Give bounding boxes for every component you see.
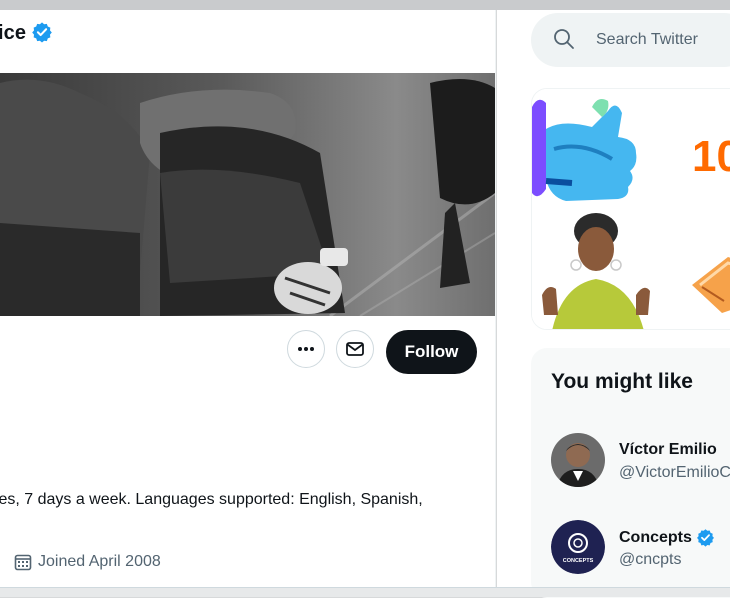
banner-image [0, 73, 495, 316]
profile-banner [0, 73, 495, 316]
more-dots-icon [298, 347, 314, 351]
suggested-user[interactable]: CONCEPTS Concepts @cncpts [551, 520, 730, 580]
more-options-button[interactable] [287, 330, 325, 368]
verified-badge-icon [32, 22, 52, 43]
media-grid-images: 10, [532, 89, 730, 329]
suggested-user-name[interactable]: Víctor Emilio [619, 441, 717, 459]
avatar[interactable]: CONCEPTS [551, 520, 605, 574]
browser-top-strip [0, 0, 730, 10]
who-to-follow-title: You might like [551, 370, 693, 393]
suggested-user[interactable]: Víctor Emilio @VictorEmilioC [551, 433, 730, 493]
media-overlay-text: 10, [692, 132, 730, 181]
profile-header: ice [0, 10, 495, 73]
message-button[interactable] [336, 330, 374, 368]
who-to-follow-panel: You might like Víctor Emilio @VictorEmil… [531, 348, 730, 598]
user-display-name[interactable]: Concepts [619, 529, 692, 547]
suggested-user-name[interactable]: Concepts [619, 528, 715, 547]
envelope-icon [346, 342, 364, 356]
verified-badge-icon [696, 529, 714, 547]
avatar-text: CONCEPTS [563, 558, 594, 564]
avatar-photo [551, 433, 605, 487]
calendar-icon [14, 554, 32, 571]
joined-date: Joined April 2008 [14, 553, 161, 571]
search-icon [554, 29, 574, 49]
profile-column: ice Follow tes, 7 days a week. Languages… [0, 10, 496, 587]
user-handle: @VictorEmilioC [619, 464, 730, 481]
concepts-logo-icon: CONCEPTS [551, 520, 605, 574]
user-display-name[interactable]: Víctor Emilio [619, 441, 717, 459]
user-handle: @cncpts [619, 551, 682, 568]
profile-name: ice [0, 22, 27, 44]
athlete-portrait-image [532, 211, 662, 329]
follow-button[interactable]: Follow [386, 330, 477, 374]
avatar[interactable] [551, 433, 605, 487]
sidebar-column: Search Twitter 10, [497, 10, 730, 598]
media-grid[interactable]: 10, [531, 88, 730, 330]
search-placeholder[interactable]: Search Twitter [596, 31, 698, 49]
profile-bio: tes, 7 days a week. Languages supported:… [0, 491, 423, 508]
joined-label: Joined April 2008 [38, 553, 161, 570]
search-box[interactable]: Search Twitter [531, 13, 730, 67]
